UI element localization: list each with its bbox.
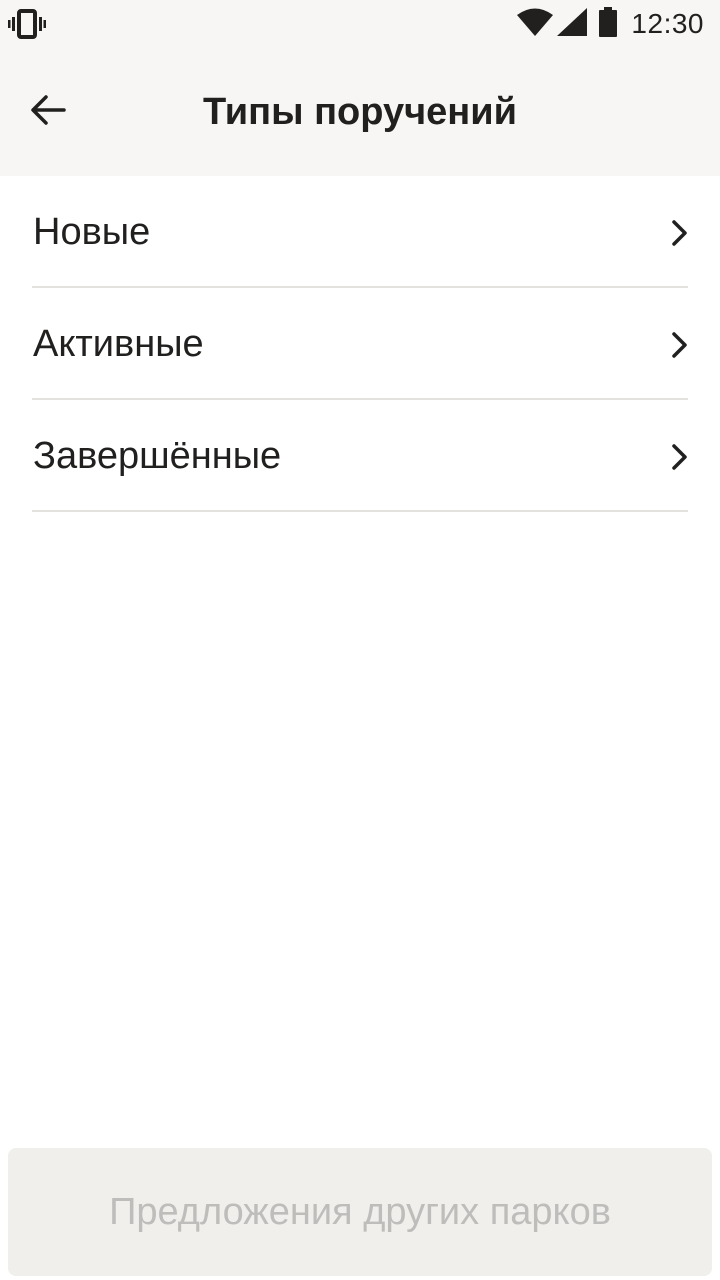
- page-title: Типы поручений: [203, 91, 517, 133]
- chevron-right-icon: [670, 444, 690, 470]
- divider: [32, 510, 688, 512]
- chevron-right-icon: [670, 220, 690, 246]
- list-item-label: Активные: [33, 323, 204, 365]
- status-time: 12:30: [631, 8, 704, 39]
- screen: 12:30 Типы поручений Новые Активные Заве…: [0, 0, 720, 1280]
- list-item-new[interactable]: Новые: [0, 176, 720, 288]
- vibrate-icon: [8, 8, 46, 40]
- battery-icon: [599, 6, 618, 42]
- task-types-list: Новые Активные Завершённые: [0, 176, 720, 512]
- wifi-icon: [517, 8, 554, 41]
- other-parks-offers-button[interactable]: Предложения других парков: [8, 1148, 712, 1276]
- status-icons: 12:30: [517, 0, 704, 48]
- list-item-active[interactable]: Активные: [0, 288, 720, 400]
- chevron-right-icon: [670, 332, 690, 358]
- list-item-label: Завершённые: [33, 435, 282, 477]
- list-item-label: Новые: [33, 211, 151, 253]
- app-bar: Типы поручений: [0, 48, 720, 176]
- list-item-completed[interactable]: Завершённые: [0, 400, 720, 512]
- status-bar: 12:30: [0, 0, 720, 48]
- signal-icon: [557, 7, 588, 41]
